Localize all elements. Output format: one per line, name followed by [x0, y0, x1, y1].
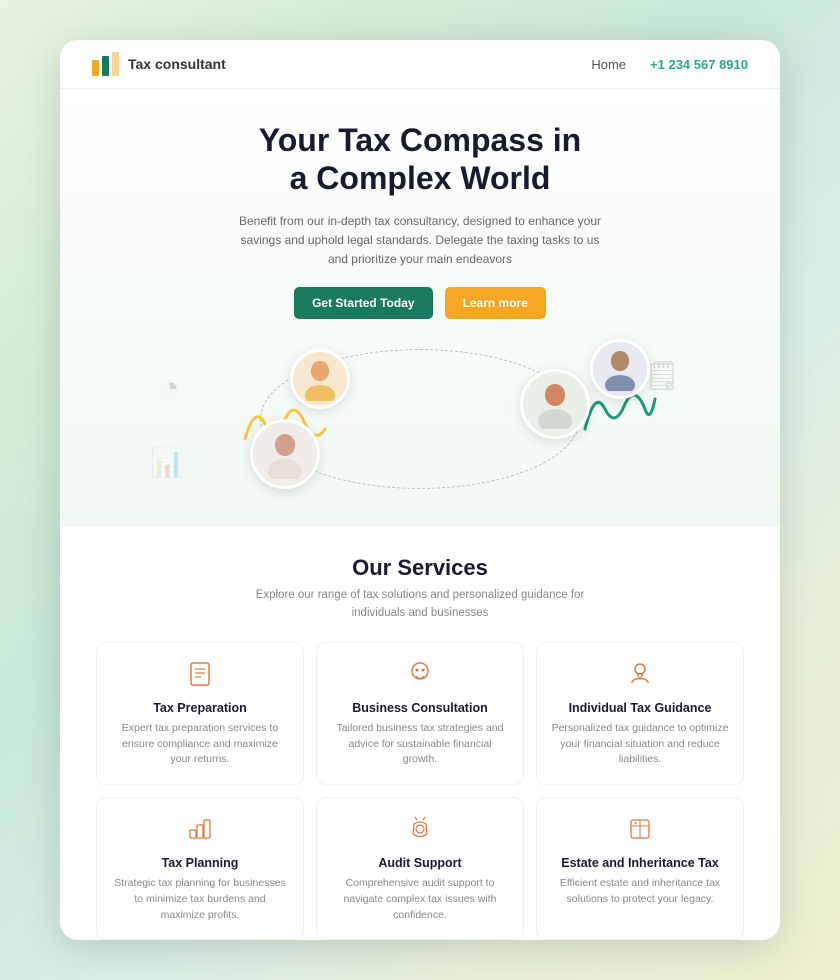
service-card-business-consultation: Business Consultation Tailored business … — [316, 642, 524, 785]
browser-window: Tax consultant Home +1 234 567 8910 Your… — [60, 40, 780, 940]
service-desc-2: Personalized tax guidance to optimize yo… — [551, 721, 729, 768]
hero-visual: ◔ 🗒 📊 — [100, 339, 740, 499]
services-section: Our Services Explore our range of tax so… — [60, 527, 780, 940]
avatar-3 — [520, 369, 590, 439]
service-name-0: Tax Preparation — [111, 701, 289, 715]
services-title: Our Services — [96, 555, 744, 581]
get-started-button[interactable]: Get Started Today — [294, 287, 432, 319]
logo-icon — [92, 52, 120, 76]
tax-preparation-icon — [111, 661, 289, 693]
audit-support-icon — [331, 816, 509, 848]
service-desc-3: Strategic tax planning for businesses to… — [111, 876, 289, 923]
service-card-individual-tax: Individual Tax Guidance Personalized tax… — [536, 642, 744, 785]
service-desc-0: Expert tax preparation services to ensur… — [111, 721, 289, 768]
services-subtitle: Explore our range of tax solutions and p… — [250, 587, 590, 622]
service-card-tax-planning: Tax Planning Strategic tax planning for … — [96, 797, 304, 940]
learn-more-button[interactable]: Learn more — [445, 287, 546, 319]
avatar-2 — [250, 419, 320, 489]
tax-planning-icon — [111, 816, 289, 848]
logo-text: Tax consultant — [128, 56, 226, 72]
estate-tax-icon — [551, 816, 729, 848]
avatar-1 — [290, 349, 350, 409]
services-grid: Tax Preparation Expert tax preparation s… — [96, 642, 744, 940]
nav-home-link[interactable]: Home — [591, 57, 626, 72]
service-name-4: Audit Support — [331, 856, 509, 870]
service-desc-4: Comprehensive audit support to navigate … — [331, 876, 509, 923]
avatar-4 — [590, 339, 650, 399]
nav-phone: +1 234 567 8910 — [650, 57, 748, 72]
deco-bars-icon: 📊 — [150, 446, 185, 479]
nav-right: Home +1 234 567 8910 — [591, 57, 748, 72]
logo-area: Tax consultant — [92, 52, 226, 76]
service-card-tax-preparation: Tax Preparation Expert tax preparation s… — [96, 642, 304, 785]
service-name-3: Tax Planning — [111, 856, 289, 870]
service-name-1: Business Consultation — [331, 701, 509, 715]
hero-section: Your Tax Compass in a Complex World Bene… — [60, 89, 780, 527]
service-card-estate-tax: Estate and Inheritance Tax Efficient est… — [536, 797, 744, 940]
deco-chart-icon: ◔ — [160, 369, 179, 406]
service-card-audit-support: Audit Support Comprehensive audit suppor… — [316, 797, 524, 940]
hero-buttons: Get Started Today Learn more — [100, 287, 740, 319]
service-name-5: Estate and Inheritance Tax — [551, 856, 729, 870]
hero-subtitle: Benefit from our in-depth tax consultanc… — [230, 212, 610, 270]
individual-tax-icon — [551, 661, 729, 693]
hero-title: Your Tax Compass in a Complex World — [100, 121, 740, 198]
business-consultation-icon — [331, 661, 509, 693]
service-name-2: Individual Tax Guidance — [551, 701, 729, 715]
service-desc-5: Efficient estate and inheritance tax sol… — [551, 876, 729, 908]
service-desc-1: Tailored business tax strategies and adv… — [331, 721, 509, 768]
navbar: Tax consultant Home +1 234 567 8910 — [60, 40, 780, 89]
